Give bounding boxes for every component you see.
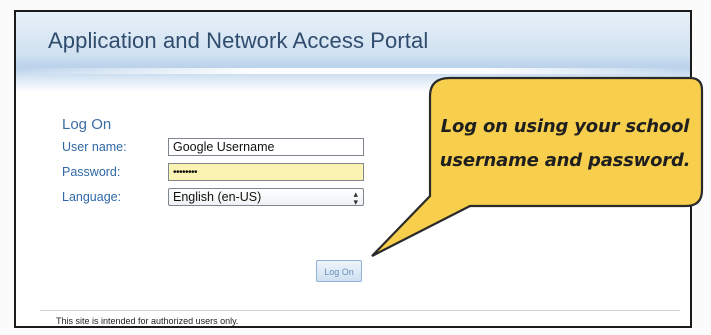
portal-title: Application and Network Access Portal [48,28,429,53]
callout-line-1: Log on using your school [440,116,690,137]
footer-note: This site is intended for authorized use… [56,316,239,326]
password-input[interactable]: •••••••• [168,163,364,181]
callout-line-2: username and password. [439,150,691,171]
login-heading: Log On [62,116,112,133]
header-sheen [16,68,690,74]
language-select-value: English (en-US) [173,190,262,204]
chevron-up-down-icon: ▴ ▾ [353,189,358,206]
callout-text: Log on using your school username and pa… [430,110,700,178]
footer-divider [40,310,680,311]
language-select[interactable]: English (en-US) ▴ ▾ [168,188,364,206]
language-label: Language: [62,190,122,204]
username-label: User name: [62,140,127,154]
username-input[interactable]: Google Username [168,138,364,156]
password-label: Password: [62,165,121,179]
log-on-button[interactable]: Log On [316,260,362,282]
